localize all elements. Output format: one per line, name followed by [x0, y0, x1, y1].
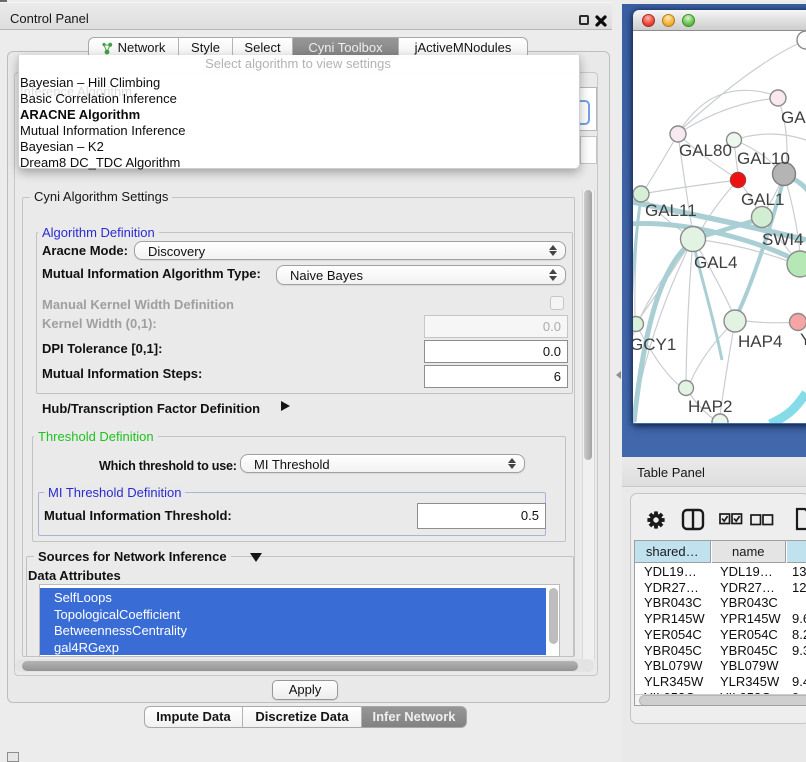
- svg-text:GAL10: GAL10: [737, 149, 790, 168]
- svg-text:Y: Y: [800, 330, 806, 349]
- svg-text:GAL1: GAL1: [741, 190, 784, 209]
- svg-text:GAL4: GAL4: [694, 253, 737, 272]
- svg-text:GAL80: GAL80: [679, 141, 732, 160]
- svg-text:GAL8: GAL8: [781, 108, 806, 127]
- svg-text:HAP2: HAP2: [688, 397, 732, 416]
- svg-text:SWI4: SWI4: [762, 230, 804, 249]
- svg-text:GCY1: GCY1: [633, 335, 676, 354]
- svg-text:HAP4: HAP4: [738, 332, 782, 351]
- svg-text:GAL11: GAL11: [645, 201, 697, 220]
